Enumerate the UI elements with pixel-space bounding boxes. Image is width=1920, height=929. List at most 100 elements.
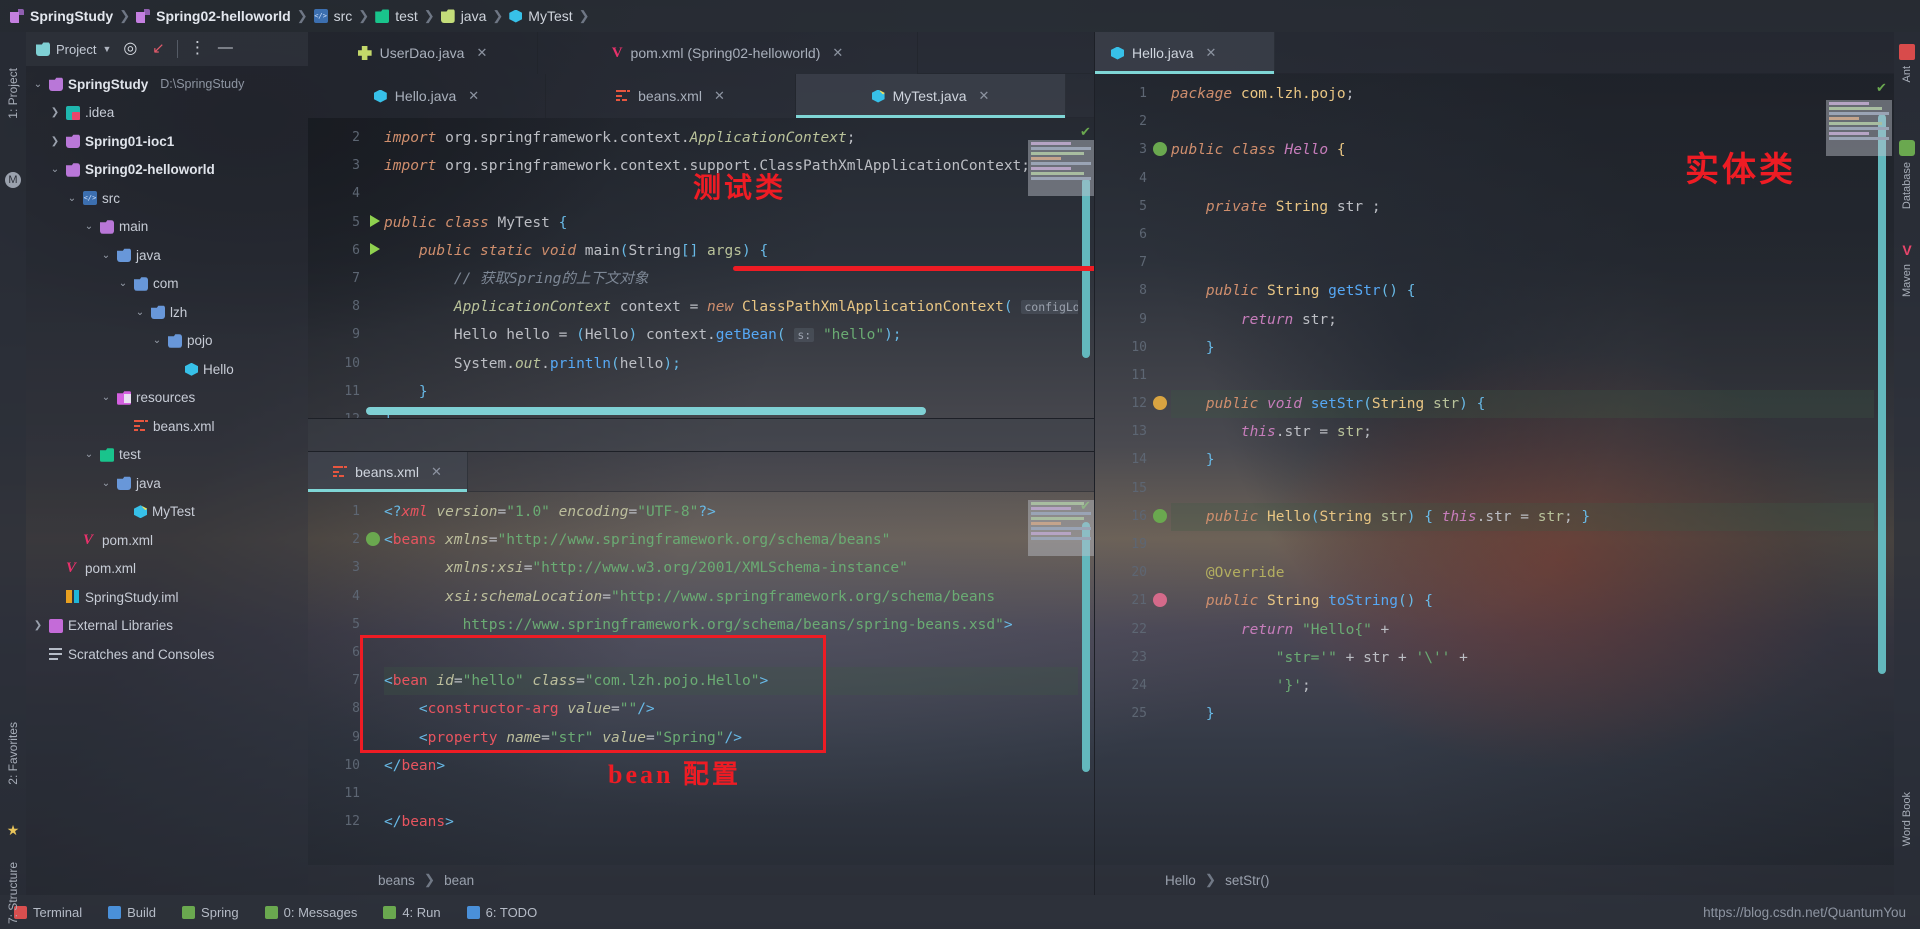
- hello-gutter[interactable]: 1234567891011121314151619202122232425: [1095, 74, 1153, 865]
- breadcrumb-item-java[interactable]: java: [441, 8, 487, 24]
- tree-node[interactable]: ⌄java: [26, 469, 308, 498]
- status-item-messages[interactable]: 0: Messages: [265, 905, 358, 920]
- breadcrumb-item-spring02[interactable]: Spring02-helloworld: [136, 8, 291, 24]
- hide-icon[interactable]: [216, 40, 234, 58]
- breadcrumb-hello[interactable]: Hello: [1165, 873, 1196, 888]
- chevron-down-icon[interactable]: ⌄: [100, 478, 112, 489]
- project-tree[interactable]: ⌄SpringStudyD:\SpringStudy❯.idea❯Spring0…: [26, 66, 308, 895]
- tree-node[interactable]: ⌄SpringStudyD:\SpringStudy: [26, 70, 308, 99]
- close-icon[interactable]: ✕: [431, 464, 442, 480]
- tab-pom-xml[interactable]: V pom.xml (Spring02-helloworld) ✕: [538, 32, 918, 74]
- editor-splitter[interactable]: [308, 418, 1094, 452]
- tool-button-word-book[interactable]: Word Book: [1901, 792, 1913, 846]
- tree-node[interactable]: ⌄pojo: [26, 327, 308, 356]
- tab-hello-java[interactable]: Hello.java ✕: [308, 74, 546, 118]
- tree-node[interactable]: ❯.idea: [26, 99, 308, 128]
- tree-node[interactable]: MyTest: [26, 498, 308, 527]
- tab-beans-xml[interactable]: beans.xml ✕: [546, 74, 796, 118]
- more-options-icon[interactable]: [188, 40, 206, 58]
- close-icon[interactable]: ✕: [832, 45, 843, 61]
- hello-code[interactable]: package com.lzh.pojo;public class Hello …: [1153, 74, 1874, 865]
- code-line: public Hello(String str) { this.str = st…: [1171, 503, 1874, 531]
- maven-icon[interactable]: V: [1899, 242, 1915, 258]
- beans-gutter[interactable]: 123456789101112: [308, 492, 366, 865]
- chevron-down-icon[interactable]: ⌄: [83, 449, 95, 460]
- tool-button-favorites[interactable]: 2: Favorites: [6, 722, 20, 785]
- collapse-all-icon[interactable]: [149, 40, 167, 58]
- database-icon[interactable]: [1899, 140, 1915, 156]
- status-item-run[interactable]: 4: Run: [383, 905, 440, 920]
- tree-node[interactable]: SpringStudy.iml: [26, 583, 308, 612]
- tree-node[interactable]: ⌄src: [26, 184, 308, 213]
- chevron-down-icon[interactable]: ⌄: [100, 392, 112, 403]
- tab-mytest-java[interactable]: MyTest.java ✕: [796, 74, 1066, 118]
- tab-hello-java-right[interactable]: Hello.java ✕: [1095, 32, 1275, 74]
- chevron-down-icon[interactable]: ⌄: [117, 278, 129, 289]
- status-item-build[interactable]: Build: [108, 905, 156, 920]
- target-icon[interactable]: [121, 40, 139, 58]
- tree-node[interactable]: Vpom.xml: [26, 555, 308, 584]
- bean-gutter-icon[interactable]: [1153, 396, 1167, 410]
- chevron-right-icon[interactable]: ❯: [49, 136, 61, 147]
- scrollbar-thumb[interactable]: [1878, 114, 1886, 674]
- tree-node[interactable]: Scratches and Consoles: [26, 640, 308, 669]
- tool-button-structure[interactable]: 7: Structure: [6, 862, 20, 924]
- tab-beans-xml-lower[interactable]: beans.xml ✕: [308, 452, 468, 492]
- mytest-gutter[interactable]: 23456789101112: [308, 118, 366, 418]
- chevron-down-icon[interactable]: ⌄: [100, 250, 112, 261]
- tree-node[interactable]: ⌄java: [26, 241, 308, 270]
- status-item-todo[interactable]: 6: TODO: [467, 905, 538, 920]
- close-icon[interactable]: ✕: [1205, 45, 1216, 61]
- status-item-spring[interactable]: Spring: [182, 905, 239, 920]
- breadcrumb-item-test[interactable]: test: [375, 8, 418, 24]
- chevron-down-icon[interactable]: ⌄: [83, 221, 95, 232]
- close-icon[interactable]: ✕: [979, 88, 990, 104]
- tree-node[interactable]: Vpom.xml: [26, 526, 308, 555]
- beans-editor[interactable]: 123456789101112 <?xml version="1.0" enco…: [308, 492, 1094, 865]
- mytest-editor[interactable]: 23456789101112 import org.springframewor…: [308, 118, 1094, 418]
- tree-node[interactable]: ⌄main: [26, 213, 308, 242]
- chevron-down-icon[interactable]: ⌄: [49, 164, 61, 175]
- project-view-selector[interactable]: Project ▼: [36, 42, 111, 57]
- run-gutter-icon[interactable]: [370, 243, 380, 255]
- chevron-down-icon[interactable]: ⌄: [134, 307, 146, 318]
- tool-button-maven[interactable]: Maven: [1901, 264, 1913, 297]
- breadcrumb-beans[interactable]: beans: [378, 873, 415, 888]
- chevron-right-icon[interactable]: ❯: [49, 107, 61, 118]
- scrollbar-thumb[interactable]: [1082, 522, 1090, 772]
- breadcrumb-item-src[interactable]: src: [314, 8, 353, 24]
- tool-button-project[interactable]: 1: Project: [6, 68, 20, 119]
- chevron-right-icon[interactable]: ❯: [32, 620, 44, 631]
- tree-node[interactable]: Hello: [26, 355, 308, 384]
- tree-node[interactable]: ⌄Spring02-helloworld: [26, 156, 308, 185]
- tree-node[interactable]: ❯External Libraries: [26, 612, 308, 641]
- bean-gutter-icon[interactable]: [1153, 509, 1167, 523]
- breadcrumb-item-springstudy[interactable]: SpringStudy: [10, 8, 113, 24]
- tree-node[interactable]: ⌄lzh: [26, 298, 308, 327]
- ant-icon[interactable]: [1899, 44, 1915, 60]
- close-icon[interactable]: ✕: [476, 45, 487, 61]
- breadcrumb-bean[interactable]: bean: [444, 873, 474, 888]
- tree-node[interactable]: ⌄test: [26, 441, 308, 470]
- star-icon[interactable]: ★: [5, 822, 21, 838]
- maven-tool-icon[interactable]: M: [5, 172, 21, 188]
- horizontal-scrollbar[interactable]: [366, 407, 926, 415]
- status-item-terminal[interactable]: Terminal: [14, 905, 82, 920]
- chevron-down-icon[interactable]: ⌄: [66, 193, 78, 204]
- tree-node[interactable]: ⌄com: [26, 270, 308, 299]
- close-icon[interactable]: ✕: [468, 88, 479, 104]
- hello-editor[interactable]: 1234567891011121314151619202122232425 pa…: [1095, 74, 1894, 865]
- chevron-down-icon[interactable]: ⌄: [32, 79, 44, 90]
- hello-marker-bar[interactable]: ✔: [1874, 74, 1894, 865]
- breadcrumb-setstr[interactable]: setStr(): [1225, 873, 1269, 888]
- tree-node[interactable]: ⌄resources: [26, 384, 308, 413]
- tree-node[interactable]: ❯Spring01-ioc1: [26, 127, 308, 156]
- close-icon[interactable]: ✕: [714, 88, 725, 104]
- tab-userdao-java[interactable]: UserDao.java ✕: [308, 32, 538, 74]
- chevron-down-icon[interactable]: ⌄: [151, 335, 163, 346]
- tool-button-ant[interactable]: Ant: [1901, 66, 1913, 83]
- breadcrumb-item-mytest[interactable]: MyTest: [509, 8, 572, 24]
- tool-button-database[interactable]: Database: [1901, 162, 1913, 209]
- run-gutter-icon[interactable]: [370, 215, 380, 227]
- tree-node[interactable]: beans.xml: [26, 412, 308, 441]
